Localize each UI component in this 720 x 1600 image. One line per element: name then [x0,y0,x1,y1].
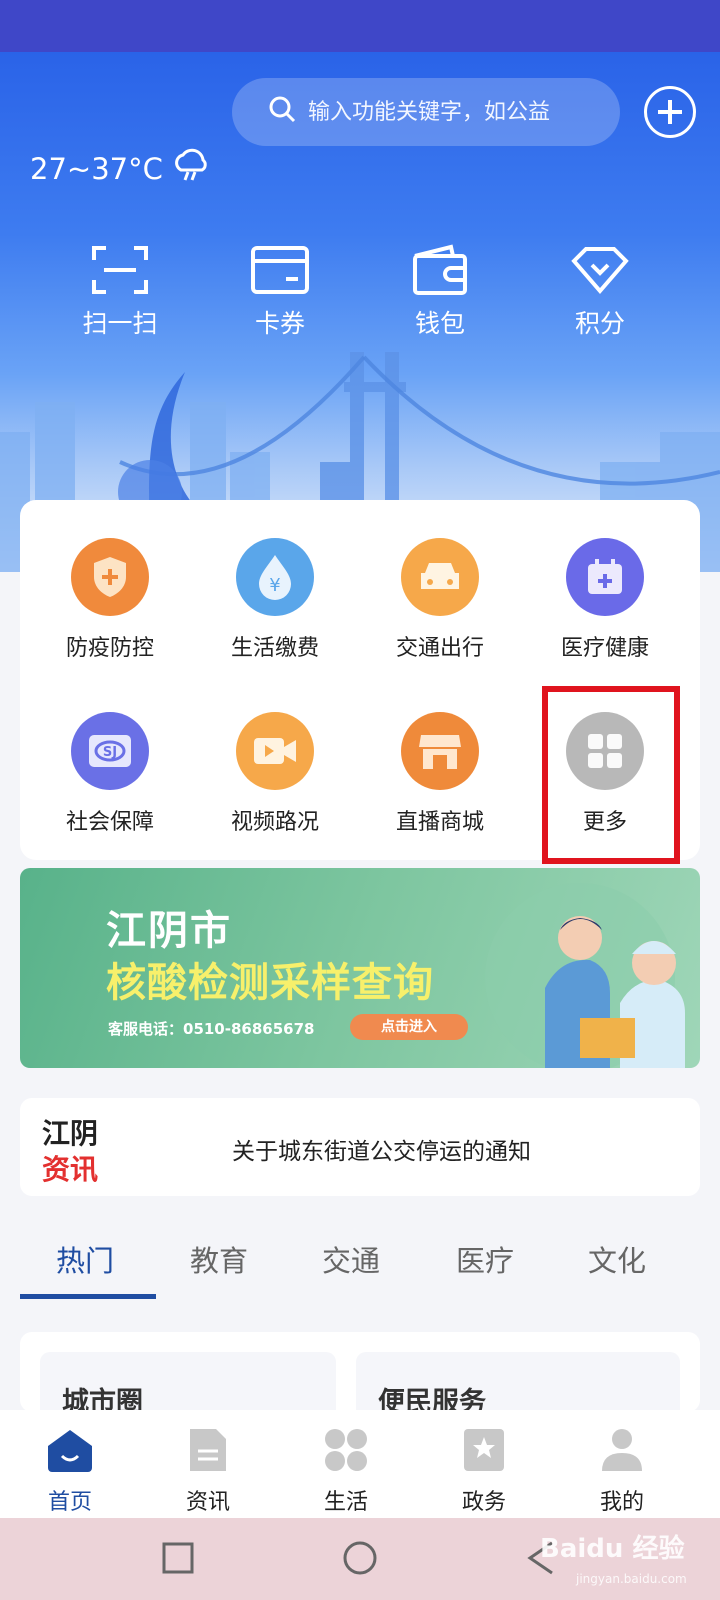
service-transport[interactable]: 交通出行 [360,538,520,662]
shield-icon [71,538,149,616]
quick-action-label: 积分 [574,309,625,338]
tabbar-news[interactable]: 资讯 [158,1424,258,1516]
home-icon [20,1424,120,1476]
tabbar-mine[interactable]: 我的 [572,1424,672,1516]
tab-hot[interactable]: 热门 [56,1238,114,1280]
banner-city: 江阴市 [106,908,232,954]
notice-text: 关于城东街道公交停运的通知 [232,1139,531,1165]
car-icon [401,538,479,616]
document-icon [158,1424,258,1476]
add-button[interactable] [644,86,696,138]
news-notice[interactable]: 江阴 资讯 关于城东街道公交停运的通知 [20,1098,700,1196]
quick-action-label: 钱包 [414,309,465,338]
tabbar-label: 生活 [323,1490,368,1515]
tabbar-label: 政务 [461,1490,506,1515]
watermark-main: Baidu 经验 [540,1534,685,1564]
service-social-security[interactable]: SJ 社会保障 [30,712,190,836]
service-epidemic-control[interactable]: 防疫防控 [30,538,190,662]
wallet-icon [380,240,500,300]
watermark-url: jingyan.baidu.com [576,1572,687,1586]
temperature-text: 27~37°C [30,151,163,186]
banner-phone: 客服电话：0510-86865678 [108,1020,315,1038]
nucleic-test-banner[interactable]: 江阴市 核酸检测采样查询 客服电话：0510-86865678 点击进入 [20,868,700,1068]
tabbar-life[interactable]: 生活 [296,1424,396,1516]
star-badge-icon [434,1424,534,1476]
service-label: 交通出行 [395,636,484,661]
quick-action-scan[interactable]: 扫一扫 [60,240,180,340]
highlight-box [542,686,680,864]
service-label: 直播商城 [395,810,484,835]
quick-action-points[interactable]: 积分 [540,240,660,340]
tabbar-government[interactable]: 政务 [434,1424,534,1516]
service-healthcare[interactable]: 医疗健康 [525,538,685,662]
weather-widget[interactable]: 27~37°C [30,148,209,189]
scan-icon [60,240,180,300]
recent-apps-button[interactable] [162,1542,194,1578]
calendar-plus-icon [566,538,644,616]
service-label: 医疗健康 [560,636,649,661]
plus-icon [658,100,682,124]
banner-cta-button[interactable]: 点击进入 [350,1014,468,1040]
quick-action-label: 扫一扫 [82,309,158,338]
tab-education[interactable]: 教育 [190,1238,248,1280]
service-label: 社会保障 [65,810,154,835]
search-input[interactable] [308,99,598,125]
circle-icon [343,1541,377,1575]
user-icon [572,1424,672,1476]
news-logo-bottom: 资讯 [42,1153,99,1186]
home-nav-button[interactable] [342,1540,378,1580]
service-label: 生活缴费 [230,636,319,661]
card-icon [220,240,340,300]
shop-icon [401,712,479,790]
service-live-shop[interactable]: 直播商城 [360,712,520,836]
quick-action-label: 卡券 [254,309,305,338]
tab-culture[interactable]: 文化 [588,1238,646,1280]
tabbar-home[interactable]: 首页 [20,1424,120,1516]
status-bar [0,0,720,52]
social-security-icon: SJ [71,712,149,790]
tabbar-label: 我的 [599,1490,644,1515]
bottom-tab-bar: 首页 资讯 生活 政务 我的 [0,1410,720,1518]
square-icon [162,1542,194,1574]
banner-title: 核酸检测采样查询 [106,960,434,1006]
svg-text:¥: ¥ [269,575,280,596]
active-tab-indicator [20,1294,156,1299]
content-section: 城市圈 便民服务 [20,1332,700,1442]
diamond-icon [540,240,660,300]
tabbar-label: 资讯 [185,1490,230,1515]
quick-action-card[interactable]: 卡券 [220,240,340,340]
tab-transport[interactable]: 交通 [322,1238,380,1280]
video-icon [236,712,314,790]
news-logo-top: 江阴 [42,1117,99,1150]
system-nav-bar: Baidu 经验 jingyan.baidu.com [0,1518,720,1600]
clover-icon [296,1424,396,1476]
water-drop-icon: ¥ [236,538,314,616]
svg-text:SJ: SJ [103,745,117,760]
tab-medical[interactable]: 医疗 [456,1238,514,1280]
service-label: 视频路况 [230,810,319,835]
tabbar-label: 首页 [47,1490,92,1515]
service-label: 防疫防控 [65,636,154,661]
quick-action-wallet[interactable]: 钱包 [380,240,500,340]
search-bar[interactable] [232,78,620,146]
search-icon [268,95,298,129]
cloud-icon [171,148,209,189]
service-utility-payment[interactable]: ¥ 生活缴费 [195,538,355,662]
category-tabs: 热门 教育 交通 医疗 文化 [20,1228,700,1304]
service-video-traffic[interactable]: 视频路况 [195,712,355,836]
